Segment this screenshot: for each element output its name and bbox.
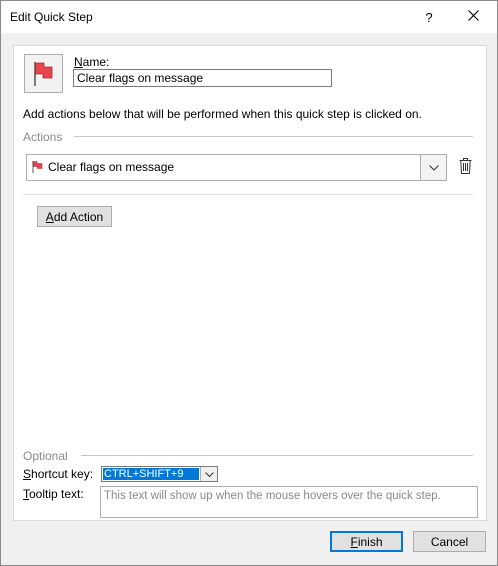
help-button[interactable]: ? [409, 1, 449, 33]
actions-group-label: Actions [23, 130, 63, 144]
delete-action-button[interactable] [456, 156, 474, 176]
chevron-down-icon [204, 471, 214, 477]
actions-separator [23, 194, 473, 195]
quick-step-icon-button[interactable] [24, 54, 63, 93]
name-input[interactable]: Clear flags on message [73, 69, 332, 87]
tooltip-text-input[interactable]: This text will show up when the mouse ho… [100, 486, 478, 518]
optional-group-label: Optional [23, 449, 68, 463]
action-label: Clear flags on message [48, 160, 175, 174]
action-dropdown[interactable]: Clear flags on message [26, 154, 447, 181]
finish-button[interactable]: Finish [330, 531, 403, 552]
trash-icon [459, 158, 471, 174]
tooltip-text-label: Tooltip text: [23, 487, 84, 501]
title-bar: Edit Quick Step ? [1, 1, 497, 33]
shortcut-key-value: CTRL+SHIFT+9 [103, 468, 199, 480]
red-flag-icon [32, 161, 43, 173]
add-action-button[interactable]: Add Action [37, 206, 112, 227]
action-dropdown-arrow[interactable] [420, 155, 446, 180]
help-icon: ? [425, 9, 433, 25]
name-label: Name: [74, 55, 110, 69]
shortcut-key-select[interactable]: CTRL+SHIFT+9 [101, 466, 218, 482]
close-icon [467, 10, 479, 24]
shortcut-dropdown-arrow[interactable] [200, 467, 217, 481]
dialog-title: Edit Quick Step [10, 10, 93, 24]
tooltip-placeholder: This text will show up when the mouse ho… [104, 490, 441, 502]
cancel-button[interactable]: Cancel [413, 531, 486, 552]
optional-divider [81, 455, 473, 456]
actions-divider [74, 136, 473, 137]
dialog-content: Name: Clear flags on message Add actions… [13, 45, 487, 521]
edit-quick-step-dialog: Edit Quick Step ? Name: Clear flags on m… [0, 0, 498, 566]
instructions-text: Add actions below that will be performed… [23, 107, 422, 121]
chevron-down-icon [428, 164, 439, 171]
close-button[interactable] [453, 1, 493, 33]
red-flag-icon [34, 62, 53, 86]
shortcut-key-label: Shortcut key: [23, 467, 94, 481]
